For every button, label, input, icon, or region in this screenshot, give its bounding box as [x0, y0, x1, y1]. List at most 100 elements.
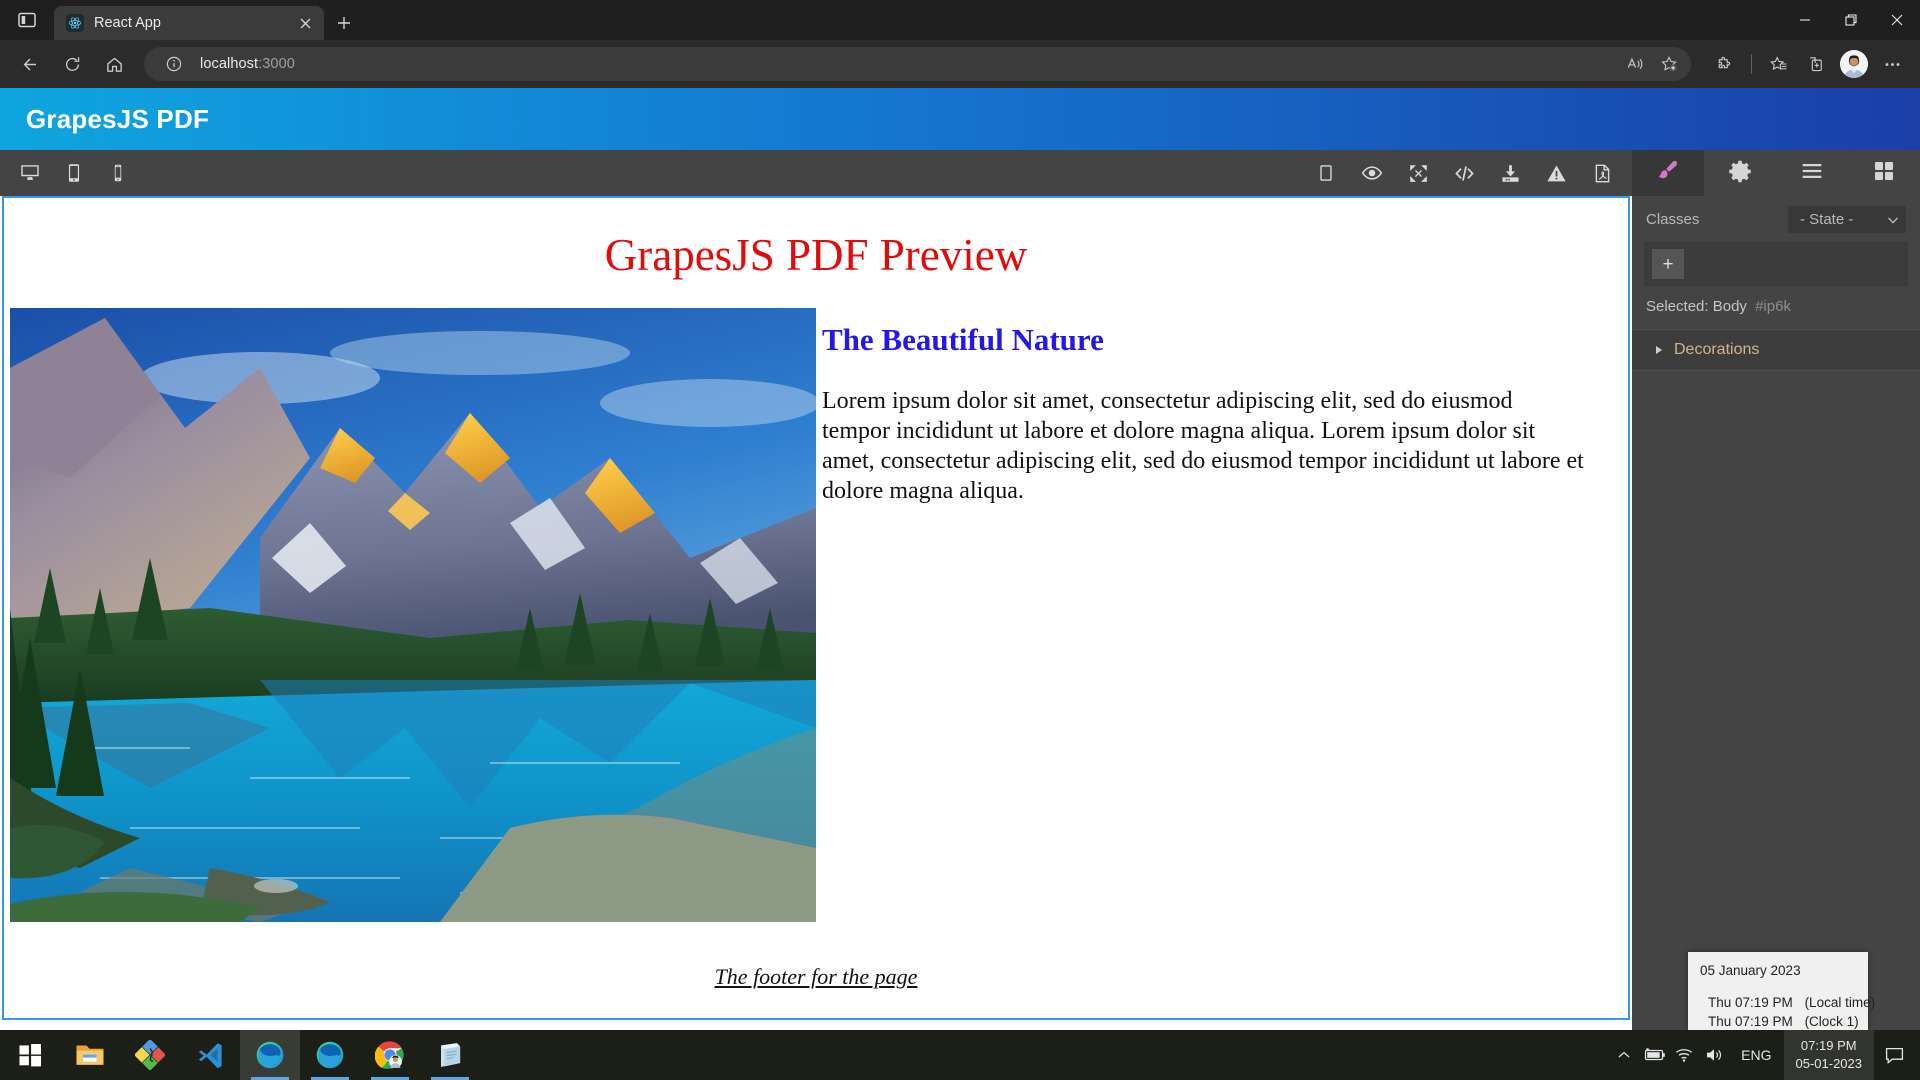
browser-window: React App localhost:3000 GrapesJS PDF Gr… — [0, 0, 1920, 1030]
taskbar-apps — [0, 1030, 480, 1080]
taskbar-clock[interactable]: 07:19 PM 05-01-2023 — [1783, 1030, 1874, 1080]
selected-target: Body — [1712, 298, 1747, 315]
fullscreen-icon[interactable] — [1398, 153, 1438, 193]
state-select-value: - State - — [1800, 210, 1854, 228]
hamburger-layers-icon — [1799, 158, 1825, 189]
canvas-area: GrapesJS PDF Preview The Beautiful Natur… — [0, 196, 1632, 1030]
eye-icon[interactable] — [1352, 153, 1392, 193]
system-tray: ENG 07:19 PM 05-01-2023 — [1609, 1030, 1920, 1080]
code-icon[interactable] — [1444, 153, 1484, 193]
document-heading[interactable]: The Beautiful Nature — [822, 322, 1586, 358]
open-settings-traits[interactable] — [1704, 150, 1776, 196]
refresh-icon[interactable] — [52, 46, 92, 82]
document-footer[interactable]: The footer for the page — [4, 964, 1628, 990]
extensions-puzzle-icon[interactable] — [1707, 47, 1743, 81]
clock-flyout-local-time: Thu 07:19 PM — [1708, 994, 1793, 1010]
wifi-icon[interactable] — [1669, 1030, 1699, 1080]
battery-charging-icon[interactable] — [1639, 1030, 1669, 1080]
desktop-icon[interactable] — [10, 153, 50, 193]
state-select[interactable]: - State - — [1788, 205, 1906, 233]
chevron-right-icon — [1656, 346, 1662, 354]
read-aloud-icon[interactable] — [1619, 49, 1651, 79]
home-icon[interactable] — [94, 46, 134, 82]
speaker-icon[interactable] — [1699, 1030, 1729, 1080]
url-host: localhost — [200, 56, 259, 72]
tab-strip: React App — [0, 0, 1920, 40]
language-indicator[interactable]: ENG — [1729, 1047, 1783, 1063]
gear-icon — [1728, 159, 1752, 188]
open-style-manager[interactable] — [1632, 150, 1704, 196]
classes-row: Classes - State - — [1632, 196, 1920, 242]
download-icon[interactable] — [1490, 153, 1530, 193]
clock-flyout: 05 January 2023 Thu 07:19 PM (Local time… — [1688, 952, 1875, 1032]
square-borders-icon[interactable] — [1306, 153, 1346, 193]
sector-decorations[interactable]: Decorations — [1632, 329, 1920, 371]
open-layer-manager[interactable] — [1776, 150, 1848, 196]
tab-actions-icon[interactable] — [0, 0, 54, 40]
add-favorite-icon[interactable] — [1653, 49, 1685, 79]
clock-flyout-local-label: (Local time) — [1804, 994, 1876, 1010]
selected-id: #ip6k — [1755, 298, 1791, 315]
classes-container: + — [1644, 242, 1908, 286]
favorites-star-icon[interactable] — [1760, 47, 1796, 81]
taskbar-time: 07:19 PM — [1800, 1038, 1857, 1054]
site-info-icon[interactable] — [158, 49, 190, 79]
app-title: GrapesJS PDF — [26, 103, 210, 134]
vs-code[interactable] — [180, 1030, 240, 1080]
address-bar[interactable]: localhost:3000 — [144, 47, 1691, 81]
toolbar-divider — [1751, 54, 1752, 74]
url-port: :3000 — [258, 56, 295, 72]
tablet-icon[interactable] — [54, 153, 94, 193]
mobile-icon[interactable] — [98, 153, 138, 193]
browser-tab[interactable]: React App — [54, 6, 324, 40]
collections-icon[interactable] — [1798, 47, 1834, 81]
style-manager-panel: Classes - State - + Selected: Body #ip6k — [1632, 196, 1920, 1030]
device-buttons — [0, 153, 138, 193]
paint-brush-icon — [1655, 158, 1681, 189]
close-button[interactable] — [1874, 0, 1920, 40]
notification-icon[interactable] — [1874, 1030, 1914, 1080]
navigation-bar: localhost:3000 — [0, 40, 1920, 88]
panel-switcher — [1632, 150, 1920, 196]
back-arrow-icon[interactable] — [10, 46, 50, 82]
mountain-lake-photo[interactable] — [10, 308, 816, 922]
pdf-file-icon[interactable] — [1582, 153, 1622, 193]
minimize-button[interactable] — [1782, 0, 1828, 40]
document-title[interactable]: GrapesJS PDF Preview — [4, 216, 1628, 282]
tab-close-icon[interactable] — [294, 12, 316, 34]
selected-info: Selected: Body #ip6k — [1632, 286, 1920, 329]
microsoft-edge-active[interactable] — [240, 1030, 300, 1080]
microsoft-edge[interactable] — [300, 1030, 360, 1080]
google-chrome[interactable] — [360, 1030, 420, 1080]
start-button[interactable] — [0, 1030, 60, 1080]
grapesjs-app: GrapesJS PDF GrapesJS PDF Preview The Be… — [0, 88, 1920, 1030]
document-row: The Beautiful Nature Lorem ipsum dolor s… — [4, 282, 1628, 922]
option-buttons — [1306, 153, 1632, 193]
document-paragraph[interactable]: Lorem ipsum dolor sit amet, consectetur … — [822, 386, 1586, 506]
clock-flyout-clock1: Thu 07:19 PM (Clock 1) — [1700, 1012, 1859, 1032]
add-class-button[interactable]: + — [1652, 249, 1684, 279]
profile-avatar[interactable] — [1836, 47, 1872, 81]
document-text-column: The Beautiful Nature Lorem ipsum dolor s… — [816, 308, 1628, 922]
browser-toolbar-actions — [1701, 47, 1910, 81]
clock-flyout-clock1-time: Thu 07:19 PM — [1708, 1014, 1793, 1030]
chevron-up-icon[interactable] — [1609, 1030, 1639, 1080]
window-controls — [1782, 0, 1920, 40]
document-figure[interactable] — [4, 308, 816, 922]
new-tab-button[interactable] — [324, 6, 364, 40]
react-logo-icon — [66, 14, 84, 32]
windows-taskbar: ENG 07:19 PM 05-01-2023 — [0, 1030, 1920, 1080]
sticky-notes[interactable] — [420, 1030, 480, 1080]
more-options-icon[interactable] — [1874, 47, 1910, 81]
address-bar-text: localhost:3000 — [200, 56, 295, 72]
paint-app[interactable] — [120, 1030, 180, 1080]
editor-toolbar — [0, 150, 1920, 196]
open-blocks[interactable] — [1848, 150, 1920, 196]
file-explorer[interactable] — [60, 1030, 120, 1080]
clock-flyout-local: Thu 07:19 PM (Local time) — [1700, 993, 1875, 1013]
warning-triangle-icon[interactable] — [1536, 153, 1576, 193]
editor-body: GrapesJS PDF Preview The Beautiful Natur… — [0, 196, 1920, 1030]
restore-button[interactable] — [1828, 0, 1874, 40]
clock-flyout-date: 05 January 2023 — [1700, 963, 1801, 978]
canvas-frame[interactable]: GrapesJS PDF Preview The Beautiful Natur… — [2, 196, 1630, 1020]
